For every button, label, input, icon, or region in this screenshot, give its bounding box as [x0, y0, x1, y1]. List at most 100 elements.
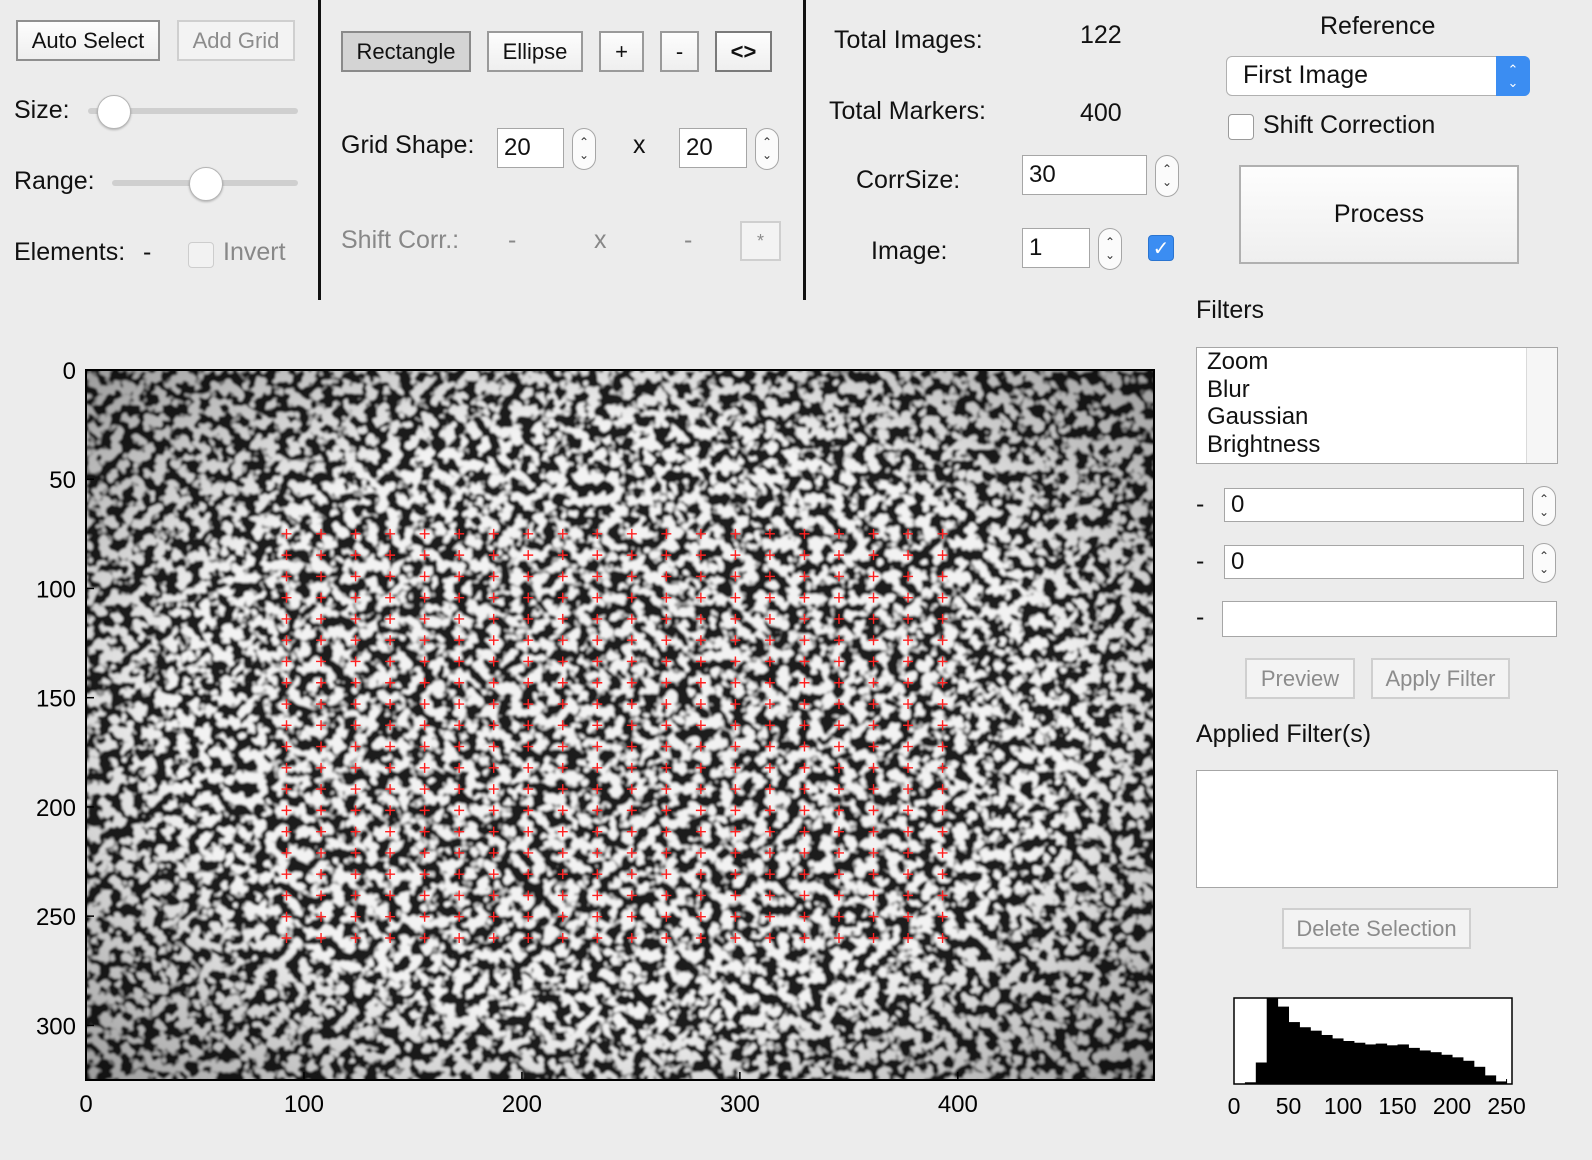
shift-correction-label: Shift Correction [1263, 111, 1436, 139]
panel-divider [318, 0, 321, 300]
grid-cols-stepper[interactable]: ⌃ ⌄ [755, 128, 779, 170]
invert-checkbox[interactable] [188, 242, 214, 268]
x-tick-label: 100 [284, 1091, 324, 1118]
histogram-bar [1462, 1060, 1475, 1084]
rectangle-button[interactable]: Rectangle [341, 31, 471, 72]
histogram-chart: 0 50 100 150 200 250 [1228, 997, 1526, 1119]
apply-filter-button[interactable]: Apply Filter [1371, 658, 1510, 699]
range-slider-handle[interactable] [189, 167, 223, 201]
histogram-bar [1484, 1075, 1497, 1084]
grid-x-separator: x [633, 131, 646, 159]
filter-item[interactable]: Zoom [1197, 348, 1527, 376]
filter-param2-input[interactable]: 0 [1224, 545, 1524, 579]
histogram-tick-label: 150 [1378, 1093, 1416, 1119]
preview-button[interactable]: Preview [1245, 658, 1355, 699]
elements-label: Elements: [14, 238, 126, 266]
shift-correction-checkbox[interactable] [1228, 114, 1254, 140]
image-checkbox[interactable]: ✓ [1148, 235, 1174, 261]
histogram-bar [1343, 1041, 1355, 1084]
size-slider-handle[interactable] [97, 95, 132, 129]
grid-cols-input[interactable]: 20 [679, 128, 747, 168]
histogram-bar [1473, 1066, 1486, 1084]
histogram-bar [1397, 1044, 1409, 1084]
add-grid-button[interactable]: Add Grid [177, 20, 295, 61]
y-tick-label: 150 [36, 686, 76, 713]
reference-select-value: First Image [1243, 61, 1369, 89]
dropdown-arrows-icon: ⌃ ⌄ [1496, 56, 1530, 96]
image-vignette [86, 370, 1154, 1080]
histogram-bar [1408, 1047, 1420, 1084]
shift-corr-label: Shift Corr.: [341, 226, 460, 254]
swap-button[interactable]: <> [715, 31, 772, 72]
y-tick-label: 0 [63, 358, 76, 385]
histogram-tick-label: 250 [1487, 1093, 1525, 1119]
histogram-bar [1288, 1022, 1300, 1084]
checkmark-icon: ✓ [1152, 237, 1170, 260]
histogram-tick-label: 200 [1433, 1093, 1471, 1119]
param3-label: - [1196, 603, 1205, 631]
y-tick-label: 300 [36, 1013, 76, 1040]
applied-filters-list[interactable] [1196, 770, 1558, 888]
histogram-bar [1332, 1038, 1344, 1084]
histogram-bar [1321, 1034, 1333, 1084]
shift-separator: x [594, 226, 607, 254]
histogram-bar [1310, 1030, 1322, 1084]
size-label: Size: [14, 96, 70, 124]
image-index-input[interactable]: 1 [1022, 228, 1090, 268]
y-tick-label: 200 [36, 795, 76, 822]
filter-param3-input[interactable] [1222, 601, 1557, 637]
shift-y-value: - [684, 226, 693, 254]
filters-title: Filters [1196, 296, 1265, 324]
total-images-value: 122 [1080, 21, 1122, 49]
corrsize-label: CorrSize: [856, 166, 961, 194]
reference-select[interactable]: First Image ⌃ ⌄ [1226, 56, 1530, 96]
histogram-bar [1386, 1045, 1399, 1084]
invert-label: Invert [223, 238, 286, 266]
filters-list[interactable]: Zoom Blur Gaussian Brightness [1196, 347, 1558, 464]
corrsize-input[interactable]: 30 [1022, 155, 1147, 195]
grid-rows-stepper[interactable]: ⌃ ⌄ [572, 128, 596, 170]
applied-filters-title: Applied Filter(s) [1196, 720, 1372, 748]
total-markers-label: Total Markers: [829, 97, 986, 125]
histogram-bar [1364, 1044, 1377, 1084]
corrsize-stepper[interactable]: ⌃ ⌄ [1155, 155, 1179, 197]
y-tick-label: 250 [36, 904, 76, 931]
filter-param2-stepper[interactable]: ⌃ ⌄ [1532, 543, 1556, 583]
y-tick-label: 50 [49, 467, 76, 494]
add-marker-button[interactable]: + [599, 31, 644, 72]
histogram-tick-label: 100 [1324, 1093, 1362, 1119]
x-tick-label: 400 [938, 1091, 978, 1118]
image-index-stepper[interactable]: ⌃ ⌄ [1098, 228, 1122, 270]
histogram-bar [1441, 1054, 1453, 1084]
process-button[interactable]: Process [1239, 165, 1519, 264]
delete-selection-button[interactable]: Delete Selection [1282, 908, 1471, 949]
histogram-bar [1277, 1006, 1290, 1084]
param1-label: - [1196, 490, 1205, 518]
image-plot[interactable]: 0 100 200 300 400 0 50 100 150 200 250 300 [0, 350, 1170, 1140]
filter-param1-input[interactable]: 0 [1224, 488, 1524, 522]
filter-item[interactable]: Brightness [1197, 431, 1527, 459]
histogram-bar [1266, 998, 1279, 1084]
histogram-bar [1419, 1050, 1431, 1084]
filter-item[interactable]: Gaussian [1197, 403, 1527, 431]
shift-apply-button[interactable]: * [740, 221, 781, 261]
range-label: Range: [14, 167, 95, 195]
filters-scrollbar[interactable] [1526, 348, 1557, 463]
image-label: Image: [871, 237, 948, 265]
histogram-bar [1353, 1042, 1366, 1084]
reference-title: Reference [1320, 12, 1436, 40]
ellipse-button[interactable]: Ellipse [487, 31, 583, 72]
elements-value: - [143, 238, 152, 266]
grid-rows-input[interactable]: 20 [497, 128, 564, 168]
y-tick-label: 100 [36, 576, 76, 603]
total-images-label: Total Images: [834, 26, 983, 54]
filter-param1-stepper[interactable]: ⌃ ⌄ [1532, 486, 1556, 526]
x-tick-label: 300 [720, 1091, 760, 1118]
histogram-bar [1255, 1062, 1268, 1084]
histogram-tick-label: 0 [1228, 1093, 1241, 1119]
remove-marker-button[interactable]: - [660, 31, 699, 72]
histogram-bar [1375, 1043, 1388, 1084]
auto-select-button[interactable]: Auto Select [16, 20, 160, 61]
x-tick-label: 0 [79, 1091, 92, 1118]
filter-item[interactable]: Blur [1197, 376, 1527, 404]
